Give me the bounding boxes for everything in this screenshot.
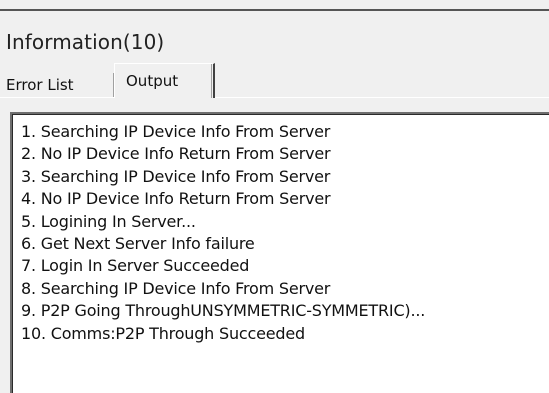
output-textbox[interactable]: 1. Searching IP Device Info From Server … — [10, 112, 549, 393]
output-line: 3. Searching IP Device Info From Server — [21, 166, 331, 186]
output-line: 8. Searching IP Device Info From Server — [21, 278, 331, 298]
information-panel: Information(10) Error List Output 1. Sea… — [0, 0, 549, 393]
panel-title: Information(10) — [6, 30, 165, 54]
tab-strip: Error List Output — [0, 62, 549, 98]
tab-baseline — [215, 97, 549, 98]
output-line: 7. Login In Server Succeeded — [21, 256, 250, 276]
output-list: 1. Searching IP Device Info From Server … — [12, 114, 549, 345]
output-line: 9. P2P Going ThroughUNSYMMETRIC-SYMMETRI… — [21, 301, 426, 321]
output-line: 2. No IP Device Info Return From Server — [21, 144, 331, 164]
tab-error-list[interactable]: Error List — [0, 73, 114, 98]
output-line: 6. Get Next Server Info failure — [21, 234, 255, 254]
output-line: 5. Logining In Server... — [21, 211, 196, 231]
output-line: 10. Comms:P2P Through Succeeded — [21, 323, 305, 343]
tab-baseline — [0, 97, 114, 98]
output-line: 4. No IP Device Info Return From Server — [21, 189, 331, 209]
tab-output[interactable]: Output — [114, 63, 215, 98]
output-line: 1. Searching IP Device Info From Server — [21, 122, 331, 141]
top-divider — [0, 9, 549, 11]
